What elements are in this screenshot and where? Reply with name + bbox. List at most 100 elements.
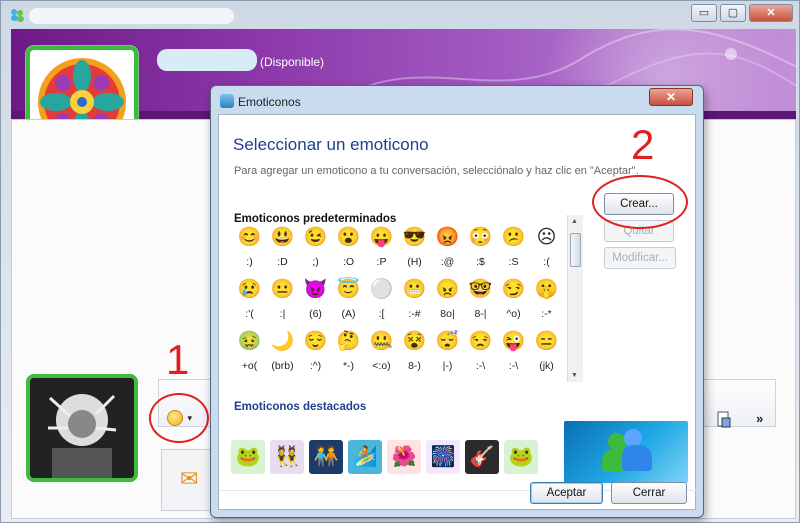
scroll-down-icon[interactable]: ▼ — [571, 372, 578, 379]
emoticon-icon: 😜 — [501, 331, 526, 352]
featured-emoticon[interactable]: 🧑‍🤝‍🧑 — [309, 440, 343, 474]
envelope-icon: ✉ — [180, 466, 199, 491]
emoticon-shortcut-label: :[ — [378, 308, 385, 320]
emoticon-shortcut-label: :S — [508, 256, 519, 268]
modify-button[interactable]: Modificar... — [604, 247, 676, 269]
accept-button[interactable]: Aceptar — [530, 482, 603, 504]
emoticon-cell[interactable]: 😊:) — [233, 226, 266, 277]
emoticon-cell[interactable]: 😴 |-) — [431, 330, 464, 381]
emoticons-dialog: Emoticonos ✕ Seleccionar un emoticono Pa… — [210, 85, 704, 518]
featured-emoticon[interactable]: 🐸 — [231, 440, 265, 474]
emoticon-shortcut-label: :D — [277, 256, 288, 268]
emoticon-cell[interactable]: 🤫:-* — [530, 278, 559, 329]
emoticon-cell[interactable]: 😕:S — [497, 226, 530, 277]
emoticon-cell[interactable]: 😳:$ — [464, 226, 497, 277]
featured-emoticons-heading: Emoticonos destacados — [234, 401, 367, 413]
emoticon-cell[interactable]: 😠 8o| — [431, 278, 464, 329]
emoticon-shortcut-label: :^) — [309, 360, 322, 372]
emoticon-cell[interactable]: 😐 :| — [266, 278, 299, 329]
emoticon-icon: 😐 — [270, 279, 295, 300]
logo-body-blue — [622, 445, 652, 471]
emoticon-cell[interactable]: 😏 ^o) — [497, 278, 530, 329]
emoticon-shortcut-label: :'( — [245, 308, 254, 320]
emoticon-shortcut-label: :-\ — [508, 360, 519, 372]
emoticon-shortcut-label: 8-) — [408, 360, 421, 372]
emoticon-cell[interactable]: 😢:'( — [233, 278, 266, 329]
title-bar: ▭ ▢ ✕ — [1, 1, 800, 29]
emoticon-shortcut-label: :@ — [440, 256, 455, 268]
contact-name-redacted — [157, 49, 257, 71]
emoticon-shortcut-label: (jk) — [539, 360, 554, 372]
emoticon-cell[interactable]: 😒 :-\ — [464, 330, 497, 381]
emoticon-icon: 😈 — [303, 279, 328, 300]
messenger-logo — [564, 421, 688, 483]
emoticon-cell[interactable]: 😛 :P — [365, 226, 398, 277]
emoticon-cell[interactable]: 😇 (A) — [332, 278, 365, 329]
emoticon-cell[interactable]: 😑 (jk) — [530, 330, 559, 381]
dialog-app-icon — [220, 94, 234, 108]
emoticon-cell[interactable]: 😎 (H) — [398, 226, 431, 277]
emoticon-cell[interactable]: 🤔 *-) — [332, 330, 365, 381]
own-avatar[interactable] — [26, 374, 138, 482]
emoticon-cell[interactable]: ⚪:[ — [365, 278, 398, 329]
emoticon-shortcut-label: :-\ — [475, 360, 486, 372]
emoticon-icon: 😳 — [468, 227, 493, 248]
featured-emoticon[interactable]: 🎸 — [465, 440, 499, 474]
emoticon-icon: 😎 — [402, 227, 427, 248]
emoticon-cell[interactable]: 🤓 8-| — [464, 278, 497, 329]
dialog-heading: Seleccionar un emoticono — [233, 135, 429, 154]
emoticon-cell[interactable]: 😮:O — [332, 226, 365, 277]
emoticon-cell[interactable]: 😵 8-) — [398, 330, 431, 381]
emoticon-shortcut-label: <:o) — [372, 360, 391, 372]
maximize-button[interactable]: ▢ — [720, 4, 746, 22]
dialog-close-button[interactable]: ✕ — [649, 88, 693, 106]
emoticon-cell[interactable]: 😬:-# — [398, 278, 431, 329]
emoticon-icon: 😴 — [435, 331, 460, 352]
emoticon-cell[interactable]: 😜 :-\ — [497, 330, 530, 381]
emoticon-icon: 😑 — [534, 331, 559, 352]
emoticon-icon: 😬 — [402, 279, 427, 300]
emoticon-icon: 😛 — [369, 227, 394, 248]
minimize-button[interactable]: ▭ — [691, 4, 717, 22]
emoticon-icon: 😵 — [402, 331, 427, 352]
emoticon-cell[interactable]: 😡:@ — [431, 226, 464, 277]
emoticon-shortcut-label: :) — [246, 256, 253, 268]
scrollbar-thumb[interactable] — [570, 233, 581, 267]
attachment-icon[interactable] — [717, 411, 731, 432]
emoticon-cell[interactable]: ☹:( — [530, 226, 559, 277]
emoticon-cell[interactable]: 😌 :^) — [299, 330, 332, 381]
emoticon-icon: 😌 — [303, 331, 328, 352]
emoticon-cell[interactable]: 🤢 +o( — [233, 330, 266, 381]
emoticon-shortcut-label: 8-| — [474, 308, 487, 320]
emoticon-icon: 😇 — [336, 279, 361, 300]
emoticon-scrollbar[interactable]: ▲ ▼ — [567, 215, 583, 382]
emoticon-cell[interactable]: 🌙 (brb) — [266, 330, 299, 381]
emoticon-cell[interactable]: 🤐 <:o) — [365, 330, 398, 381]
mail-button[interactable]: ✉ — [161, 449, 216, 511]
emoticon-shortcut-label: :| — [279, 308, 286, 320]
emoticon-cell[interactable]: 😉;) — [299, 226, 332, 277]
close-button[interactable]: ✕ — [749, 4, 793, 22]
emoticon-icon: 😉 — [303, 227, 328, 248]
featured-emoticon[interactable]: 🐸 — [504, 440, 538, 474]
messenger-app-icon — [9, 7, 25, 23]
annotation-label-1: 1 — [166, 336, 190, 383]
emoticon-icon: 😃 — [270, 227, 295, 248]
emoticon-icon: 😒 — [468, 331, 493, 352]
featured-emoticon[interactable]: 👯 — [270, 440, 304, 474]
emoticon-shortcut-label: (brb) — [271, 360, 294, 372]
emoticon-cell[interactable]: 😈 (6) — [299, 278, 332, 329]
featured-emoticon[interactable]: 🎆 — [426, 440, 460, 474]
scroll-up-icon[interactable]: ▲ — [571, 218, 578, 225]
window-title-redacted — [29, 8, 234, 24]
more-options-icon[interactable]: » — [756, 411, 763, 426]
cancel-button[interactable]: Cerrar — [611, 482, 687, 504]
emoticon-cell[interactable]: 😃 :D — [266, 226, 299, 277]
dialog-body: Seleccionar un emoticono Para agregar un… — [218, 114, 697, 510]
emoticon-icon: 🤫 — [534, 279, 559, 300]
emoticon-icon: 😠 — [435, 279, 460, 300]
featured-emoticon[interactable]: 🌺 — [387, 440, 421, 474]
featured-emoticon[interactable]: 🏄 — [348, 440, 382, 474]
emoticon-shortcut-label: ;) — [312, 256, 319, 268]
emoticon-shortcut-label: :P — [376, 256, 387, 268]
